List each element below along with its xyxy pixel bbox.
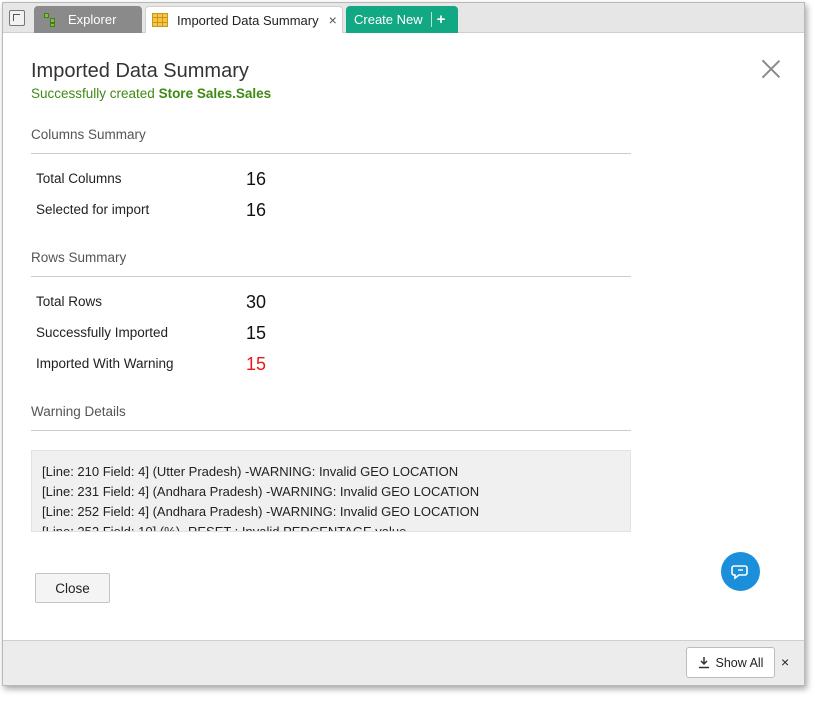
page-title: Imported Data Summary bbox=[31, 60, 249, 82]
total-rows-value: 30 bbox=[246, 292, 267, 312]
plus-icon[interactable]: + bbox=[437, 11, 446, 28]
rows-summary-heading: Rows Summary bbox=[31, 250, 127, 265]
warning-details-heading: Warning Details bbox=[31, 404, 126, 419]
tab-imported-data-summary[interactable]: Imported Data Summary × bbox=[145, 6, 343, 33]
close-icon[interactable] bbox=[761, 59, 781, 79]
tab-close-icon[interactable]: × bbox=[329, 12, 337, 28]
create-new-button[interactable]: Create New + bbox=[346, 6, 458, 33]
show-all-label: Show All bbox=[715, 655, 764, 670]
imported-with-warning-label: Imported With Warning bbox=[36, 356, 174, 371]
selected-for-import-value: 16 bbox=[246, 200, 267, 220]
imported-with-warning-value: 15 bbox=[246, 354, 267, 374]
download-icon bbox=[698, 657, 709, 669]
success-message: Successfully created Store Sales.Sales bbox=[31, 86, 271, 101]
tab-bar: Explorer Imported Data Summary × Create … bbox=[3, 3, 804, 33]
total-columns-value: 16 bbox=[246, 169, 267, 189]
download-bar: Show All × bbox=[3, 640, 804, 685]
warning-line: [Line: 231 Field: 4] (Andhara Pradesh) -… bbox=[42, 484, 480, 499]
tab-label: Imported Data Summary bbox=[177, 12, 319, 28]
download-bar-close-icon[interactable]: × bbox=[781, 654, 789, 670]
chat-button[interactable] bbox=[721, 552, 760, 591]
total-columns-label: Total Columns bbox=[36, 171, 122, 186]
close-button[interactable]: Close bbox=[35, 573, 110, 603]
warning-line: [Line: 252 Field: 10] (%) -RESET : Inval… bbox=[42, 524, 407, 532]
successfully-imported-value: 15 bbox=[246, 323, 267, 343]
tree-icon bbox=[44, 12, 58, 27]
tab-explorer[interactable]: Explorer bbox=[34, 6, 142, 33]
columns-summary-heading: Columns Summary bbox=[31, 127, 146, 142]
tab-label: Explorer bbox=[68, 12, 117, 27]
warning-line: [Line: 210 Field: 4] (Utter Pradesh) -WA… bbox=[42, 464, 459, 479]
import-summary-dialog: Imported Data Summary Successfully creat… bbox=[3, 33, 804, 640]
divider bbox=[430, 12, 432, 27]
successfully-imported-label: Successfully Imported bbox=[36, 325, 169, 340]
create-new-label: Create New bbox=[354, 12, 423, 27]
warning-details-list[interactable]: [Line: 210 Field: 4] (Utter Pradesh) -WA… bbox=[31, 450, 631, 532]
restore-icon[interactable] bbox=[9, 10, 25, 26]
warning-line: [Line: 252 Field: 4] (Andhara Pradesh) -… bbox=[42, 504, 480, 519]
chat-icon bbox=[730, 564, 748, 580]
selected-for-import-label: Selected for import bbox=[36, 202, 150, 217]
divider bbox=[31, 153, 631, 154]
table-grid-icon bbox=[152, 13, 168, 27]
divider bbox=[31, 430, 631, 431]
show-all-button[interactable]: Show All bbox=[686, 647, 775, 678]
app-window: Explorer Imported Data Summary × Create … bbox=[2, 2, 805, 686]
table-name: Store Sales.Sales bbox=[158, 86, 272, 101]
total-rows-label: Total Rows bbox=[36, 294, 103, 309]
success-prefix: Successfully created bbox=[31, 86, 159, 101]
divider bbox=[31, 276, 631, 277]
